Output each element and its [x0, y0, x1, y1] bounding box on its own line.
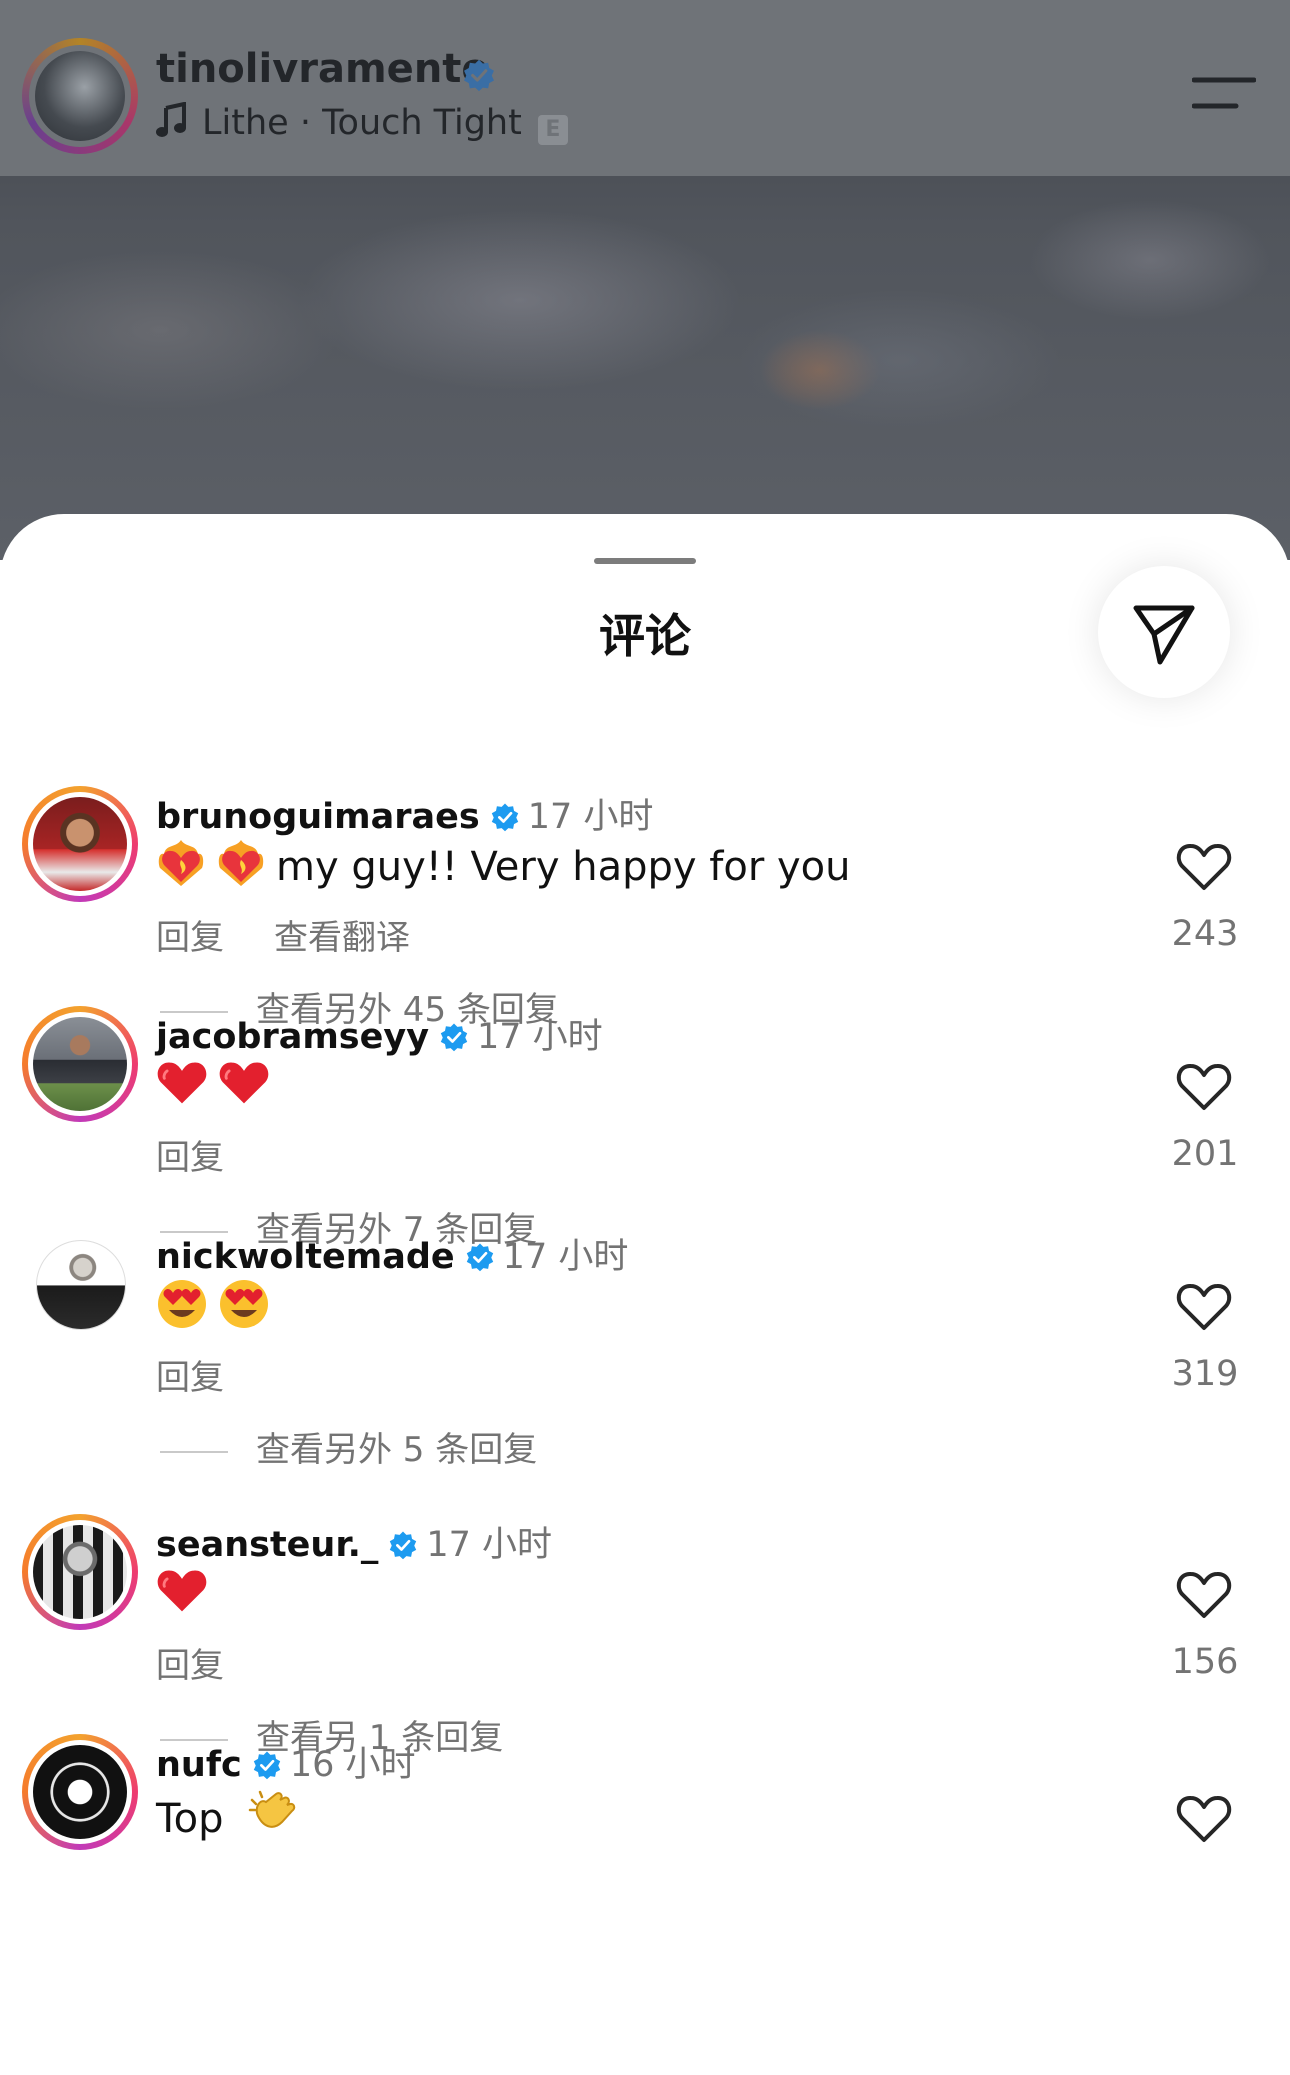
reply-button[interactable]: 回复 [156, 1646, 224, 1686]
heart-icon[interactable] [1176, 1570, 1232, 1620]
comment-timestamp: 16 小时 [289, 1745, 416, 1785]
heart-icon[interactable] [1176, 1282, 1232, 1332]
replies-divider-line [160, 1450, 228, 1453]
song-title: Lithe [202, 103, 289, 143]
verified-icon [466, 1243, 493, 1272]
sheet-drag-handle[interactable] [594, 558, 696, 564]
comment-username[interactable]: seansteur._ [156, 1525, 378, 1565]
post-music-attribution[interactable]: Lithe · Touch Tight E [156, 102, 568, 145]
post-author-username[interactable]: tinolivramento [156, 46, 489, 92]
heart-on-fire-icon [218, 840, 264, 886]
comment-timestamp: 17 小时 [527, 797, 654, 837]
verified-icon [440, 1023, 468, 1052]
heart-icon[interactable] [1176, 1062, 1232, 1112]
verified-icon [253, 1751, 281, 1780]
red-heart-icon [157, 1062, 207, 1104]
comment-message: my guy!! Very happy for you [276, 844, 851, 890]
comment-message: Top [156, 1796, 224, 1842]
comment-header: nufc 16 小时 [156, 1736, 415, 1787]
comment-text [156, 1566, 218, 1618]
avatar[interactable] [22, 1006, 138, 1122]
like-count: 319 [1171, 1354, 1239, 1394]
avatar[interactable] [22, 1734, 138, 1850]
comment-text: my guy!! Very happy for you [156, 838, 851, 890]
comment-username[interactable]: jacobramseyy [156, 1017, 429, 1057]
comment-timestamp: 17 小时 [477, 1017, 603, 1057]
comment-actions: 回复 查看翻译 [156, 910, 410, 959]
avatar[interactable] [22, 1514, 138, 1630]
verified-icon [390, 1531, 417, 1560]
reply-button[interactable]: 回复 [156, 1138, 224, 1178]
comment-actions: 回复 [156, 1130, 224, 1179]
comment-actions: 回复 [156, 1350, 224, 1399]
view-replies-button[interactable]: 查看另外 5 条回复 [160, 1422, 537, 1471]
heart-eyes-icon [220, 1280, 268, 1328]
share-button[interactable] [1098, 566, 1230, 698]
heart-eyes-icon [158, 1280, 206, 1328]
like-count: 243 [1171, 914, 1239, 954]
red-heart-icon [157, 1570, 207, 1612]
comment-text: Top [156, 1786, 310, 1842]
post-header: tinolivramento Lithe · Touch Tight E [0, 0, 1290, 176]
artist-name: Touch Tight [322, 103, 522, 143]
comment-header: nickwoltemade 17 小时 [156, 1228, 628, 1279]
comment-header: brunoguimaraes 17 小时 [156, 788, 653, 839]
sheet-title: 评论 [599, 609, 691, 663]
music-separator: · [299, 103, 311, 143]
red-heart-icon [219, 1062, 269, 1104]
send-icon [1133, 605, 1195, 665]
comment-header: seansteur._ 17 小时 [156, 1516, 552, 1567]
verified-icon [491, 803, 518, 832]
reply-button[interactable]: 回复 [156, 1358, 224, 1398]
heart-icon[interactable] [1176, 1794, 1232, 1844]
avatar[interactable] [22, 1226, 138, 1342]
comment-timestamp: 17 小时 [502, 1237, 629, 1277]
heart-on-fire-icon [158, 840, 204, 886]
comment-timestamp: 17 小时 [426, 1525, 553, 1565]
comment-actions: 回复 [156, 1638, 224, 1687]
comment-username[interactable]: nufc [156, 1745, 242, 1785]
post-author-avatar[interactable] [22, 38, 138, 154]
like-count: 201 [1171, 1134, 1239, 1174]
avatar[interactable] [22, 786, 138, 902]
view-replies-label: 查看另外 5 条回复 [256, 1430, 538, 1470]
reply-button[interactable]: 回复 [156, 918, 224, 958]
verified-icon [464, 59, 494, 92]
clapping-hands-icon [248, 1790, 296, 1828]
comment-text [156, 1058, 280, 1110]
comment-username[interactable]: nickwoltemade [156, 1237, 455, 1277]
comment-username[interactable]: brunoguimaraes [156, 797, 480, 837]
music-note-icon [156, 102, 186, 137]
menu-icon[interactable] [1192, 74, 1256, 114]
explicit-badge: E [537, 115, 568, 145]
comment-text [156, 1278, 280, 1332]
see-translation-button[interactable]: 查看翻译 [274, 918, 410, 958]
like-count: 156 [1171, 1642, 1239, 1682]
comments-sheet: 评论 brunoguimaraes 17 小时 my guy!! Very hap… [0, 514, 1290, 2075]
heart-icon[interactable] [1176, 842, 1232, 892]
comment-header: jacobramseyy 17 小时 [156, 1008, 603, 1059]
